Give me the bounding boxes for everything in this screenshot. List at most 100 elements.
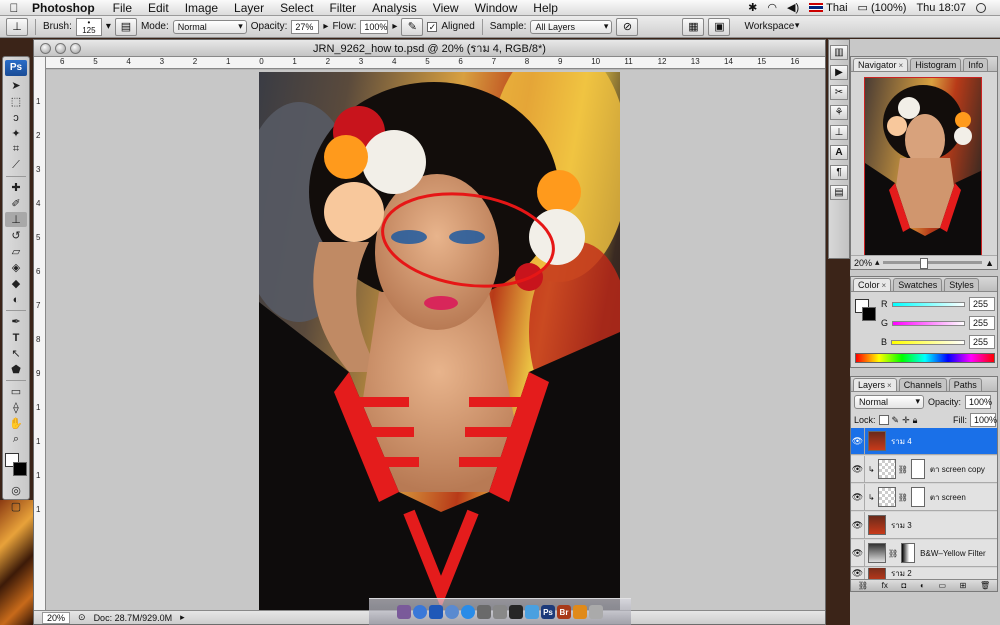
lock-image-icon[interactable]: ✎ — [892, 415, 900, 426]
toggle-palettes-button[interactable]: ▦ — [682, 17, 705, 36]
delete-layer-icon[interactable]: 🗑︎ — [980, 581, 990, 590]
apple-menu-icon[interactable]:  — [0, 1, 28, 15]
zoom-tool-icon[interactable]: ⌕ — [5, 432, 27, 447]
red-slider[interactable] — [891, 301, 965, 307]
eraser-tool-icon[interactable]: ▱ — [5, 244, 27, 259]
pen-tool-icon[interactable]: ✒ — [5, 314, 27, 329]
ignore-adjustment-layers-button[interactable]: ⊘ — [616, 17, 639, 36]
dock-trash-icon[interactable] — [589, 605, 603, 619]
photo-canvas[interactable] — [259, 72, 620, 610]
background-color-chip[interactable] — [862, 307, 876, 321]
opacity-dropdown-icon[interactable]: ▸ — [323, 21, 328, 32]
shape-tool-icon[interactable]: ⬟ — [5, 362, 27, 377]
dock-system-icon[interactable] — [461, 605, 475, 619]
wifi-icon[interactable]: ◠ — [767, 1, 777, 14]
visibility-eye-icon[interactable]: 👁︎ — [851, 455, 865, 483]
dock-bridge-icon[interactable]: Br — [557, 605, 571, 619]
bluetooth-icon[interactable]: ✱ — [748, 1, 757, 14]
dock-spaces-icon[interactable] — [477, 605, 491, 619]
sample-select[interactable]: All Layers — [530, 19, 613, 34]
layer-opacity-field[interactable]: 100% — [965, 395, 992, 409]
notes-tool-icon[interactable]: ▭ — [5, 384, 27, 399]
history-brush-tool-icon[interactable]: ↺ — [5, 228, 27, 243]
document-title-bar[interactable]: JRN_9262_how to.psd @ 20% (ราม 4, RGB/8*… — [34, 40, 825, 57]
tool-preset-picker[interactable]: ⊥ — [6, 17, 28, 36]
dock-itunes-icon[interactable] — [445, 605, 459, 619]
zoom-level-field[interactable]: 20% — [42, 611, 71, 624]
visibility-eye-icon[interactable]: 👁︎ — [851, 511, 865, 539]
flow-dropdown-icon[interactable]: ▸ — [392, 21, 397, 32]
visibility-eye-icon[interactable]: 👁︎ — [851, 539, 865, 567]
layer-row[interactable]: 👁︎ ↳ ⛓︎ ตา screen — [851, 483, 997, 511]
type-tool-icon[interactable]: T — [5, 330, 27, 345]
lasso-tool-icon[interactable]: ↄ — [5, 110, 27, 125]
new-group-icon[interactable]: ▭ — [938, 581, 946, 590]
menu-layer[interactable]: Layer — [226, 1, 272, 15]
airbrush-button[interactable]: ✎ — [401, 17, 424, 36]
layer-comps-icon[interactable]: ▤ — [830, 185, 848, 200]
menu-image[interactable]: Image — [177, 1, 226, 15]
tab-swatches[interactable]: Swatches — [893, 278, 943, 291]
photoshop-logo[interactable]: Ps — [5, 60, 27, 76]
status-info-icon[interactable]: ⊙ — [78, 612, 86, 623]
color-swatches[interactable] — [4, 451, 28, 479]
canvas-area[interactable] — [46, 70, 825, 610]
blue-slider[interactable] — [891, 339, 965, 345]
dock-preview-icon[interactable] — [525, 605, 539, 619]
menu-help[interactable]: Help — [525, 1, 566, 15]
brushes-panel-icon[interactable]: ⚘ — [830, 105, 848, 120]
new-layer-icon[interactable]: ⊞ — [960, 581, 967, 590]
visibility-eye-icon[interactable]: 👁︎ — [851, 427, 865, 455]
zoom-out-icon[interactable]: ▴ — [875, 257, 880, 268]
slice-tool-icon[interactable]: ⟋ — [5, 158, 27, 173]
menu-file[interactable]: File — [105, 1, 140, 15]
menu-edit[interactable]: Edit — [140, 1, 177, 15]
layer-style-icon[interactable]: fx — [882, 581, 888, 590]
dodge-tool-icon[interactable]: ◐ — [5, 292, 27, 307]
clone-source-panel-button[interactable]: ▤ — [114, 17, 137, 36]
lock-position-icon[interactable]: ✛ — [902, 415, 910, 426]
close-window-button[interactable] — [40, 42, 51, 54]
tab-color[interactable]: Color × — [853, 278, 892, 291]
brush-dropdown-icon[interactable]: ▾ — [106, 21, 111, 32]
paragraph-panel-icon[interactable]: ¶ — [830, 165, 848, 180]
navigator-preview[interactable] — [864, 77, 982, 268]
screen-mode-icon[interactable]: ▢ — [5, 499, 27, 514]
fill-field[interactable]: 100% — [970, 413, 997, 427]
tab-styles[interactable]: Styles — [944, 278, 979, 291]
dock-finder-icon[interactable] — [429, 605, 443, 619]
menu-window[interactable]: Window — [467, 1, 526, 15]
quick-mask-icon[interactable]: ◎ — [5, 483, 27, 498]
app-menu[interactable]: Photoshop — [28, 1, 105, 15]
spotlight-icon[interactable] — [976, 2, 986, 13]
menu-view[interactable]: View — [425, 1, 467, 15]
dock-vlc-icon[interactable] — [573, 605, 587, 619]
brush-picker[interactable]: • 125 — [75, 17, 102, 36]
tab-navigator[interactable]: Navigator × — [853, 58, 909, 71]
dock-app-icon[interactable] — [397, 605, 411, 619]
visibility-eye-icon[interactable]: 👁︎ — [851, 483, 865, 511]
crop-tool-icon[interactable]: ⌗ — [5, 142, 27, 157]
lock-transparency-icon[interactable] — [878, 415, 889, 425]
layer-row[interactable]: 👁︎ ราม 3 — [851, 511, 997, 539]
menu-filter[interactable]: Filter — [321, 1, 364, 15]
blur-tool-icon[interactable]: ◆ — [5, 276, 27, 291]
close-icon[interactable]: × — [887, 381, 892, 390]
spot-healing-tool-icon[interactable]: ✚ — [5, 180, 27, 195]
dock-preferences-icon[interactable] — [493, 605, 507, 619]
magic-wand-tool-icon[interactable]: ✦ — [5, 126, 27, 141]
blue-value-field[interactable]: 255 — [969, 335, 995, 349]
background-color-swatch[interactable] — [13, 462, 27, 476]
tab-channels[interactable]: Channels — [898, 378, 947, 391]
move-tool-icon[interactable]: ➤ — [5, 78, 27, 93]
input-menu[interactable]: Thai — [809, 2, 848, 14]
aligned-checkbox[interactable]: ✓ — [427, 21, 438, 32]
dock-terminal-icon[interactable] — [509, 605, 523, 619]
clone-stamp-tool-icon[interactable]: ⊥ — [5, 212, 27, 227]
menu-select[interactable]: Select — [272, 1, 321, 15]
history-panel-icon[interactable]: ▥ — [830, 45, 848, 60]
minimize-window-button[interactable] — [55, 42, 66, 54]
zoom-in-icon[interactable]: ▲ — [985, 258, 994, 268]
layer-row[interactable]: 👁︎ ⛓︎ B&W–Yellow Filter — [851, 539, 997, 567]
tool-presets-icon[interactable]: ✂ — [830, 85, 848, 100]
